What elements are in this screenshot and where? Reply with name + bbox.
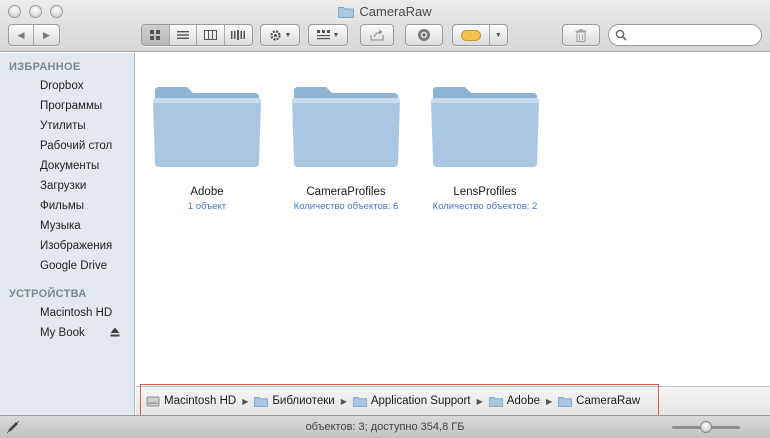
coverflow-view-button[interactable] <box>225 25 252 45</box>
folder-icon <box>153 87 261 167</box>
tag-menu-button[interactable]: ▼ <box>452 24 508 46</box>
sidebar-item-utilities[interactable]: Утилиты <box>40 120 86 132</box>
window-title-text: CameraRaw <box>359 4 432 19</box>
path-item-label: Библиотеки <box>272 395 335 407</box>
toolbar: CameraRaw ◀ ▶ ▼ ▼ ▼ <box>0 0 770 52</box>
forward-button[interactable]: ▶ <box>34 25 59 45</box>
folder-icon <box>558 396 573 407</box>
sidebar-item-pictures[interactable]: Изображения <box>40 240 112 252</box>
path-item-cameraraw[interactable]: CameraRaw <box>558 395 640 407</box>
path-item-library[interactable]: Библиотеки <box>254 395 335 407</box>
column-view-button[interactable] <box>197 25 225 45</box>
path-separator-icon: ▶ <box>340 396 347 406</box>
path-item-application-support[interactable]: Application Support <box>352 395 471 407</box>
sidebar-item-downloads[interactable]: Загрузки <box>40 180 86 192</box>
coverflow-view-icon <box>231 30 246 40</box>
sidebar-item-dropbox[interactable]: Dropbox <box>40 80 83 92</box>
sidebar: ИЗБРАННОЕ Dropbox Программы Утилиты Рабо… <box>0 53 135 415</box>
trash-button[interactable] <box>562 24 600 46</box>
share-icon <box>370 29 384 41</box>
sidebar-item-applications[interactable]: Программы <box>40 100 102 112</box>
chevron-down-icon: ▼ <box>494 31 502 39</box>
action-menu-button[interactable]: ▼ <box>260 24 300 46</box>
view-mode-buttons <box>141 24 253 46</box>
path-separator-icon: ▶ <box>242 396 249 406</box>
icon-size-slider-knob[interactable] <box>700 421 712 433</box>
folder-item[interactable]: LensProfiles Количество объектов: 2 <box>415 83 555 212</box>
path-bar: Macintosh HD ▶ Библиотеки ▶ Application … <box>136 386 770 415</box>
sidebar-item-macintosh-hd[interactable]: Macintosh HD <box>40 307 112 319</box>
folder-icon <box>352 396 367 407</box>
chevron-down-icon: ▼ <box>332 31 340 39</box>
list-view-icon <box>176 31 189 39</box>
folder-icon <box>338 6 355 18</box>
path-item-adobe[interactable]: Adobe <box>488 395 540 407</box>
file-browser-content: Adobe 1 объект CameraProfiles Количество… <box>136 53 770 385</box>
list-view-button[interactable] <box>170 25 197 45</box>
sidebar-header-devices: УСТРОЙСТВА <box>9 288 87 300</box>
folder-icon <box>488 396 503 407</box>
icon-view-button[interactable] <box>142 25 170 45</box>
quick-look-button[interactable] <box>405 24 443 46</box>
folder-icon <box>431 87 539 167</box>
back-arrow-icon: ◀ <box>17 29 25 40</box>
search-field[interactable] <box>608 24 762 46</box>
status-bar: объектов: 3; доступно 354,8 ГБ <box>0 415 770 438</box>
path-item-label: CameraRaw <box>576 395 641 407</box>
sidebar-item-my-book[interactable]: My Book <box>40 327 85 339</box>
eject-icon[interactable] <box>110 327 120 337</box>
breadcrumb: Macintosh HD ▶ Библиотеки ▶ Application … <box>146 395 640 407</box>
search-icon <box>615 29 627 41</box>
gear-icon <box>269 29 281 41</box>
path-item-label: Adobe <box>506 395 540 407</box>
folder-icon <box>292 87 400 167</box>
sidebar-item-google-drive[interactable]: Google Drive <box>40 260 107 272</box>
folder-item[interactable]: Adobe 1 объект <box>137 83 277 212</box>
sidebar-item-documents[interactable]: Документы <box>40 160 99 172</box>
chevron-down-icon: ▼ <box>284 31 292 39</box>
folder-item-count: 1 объект <box>187 201 227 212</box>
folder-item-count: Количество объектов: 2 <box>432 201 538 212</box>
trash-icon <box>575 28 587 42</box>
orange-tag-icon <box>460 29 481 41</box>
sidebar-item-music[interactable]: Музыка <box>40 220 81 232</box>
finder-window: CameraRaw ◀ ▶ ▼ ▼ ▼ ИЗБРАННОЕ Dropbox Пр… <box>0 0 770 438</box>
path-item-macintosh-hd[interactable]: Macintosh HD <box>146 395 236 407</box>
icon-view-icon <box>150 30 161 40</box>
window-title: CameraRaw <box>0 4 770 19</box>
arrange-menu-button[interactable]: ▼ <box>308 24 348 46</box>
hard-drive-icon <box>146 396 160 406</box>
column-view-icon <box>203 30 217 40</box>
folder-name: CameraProfiles <box>306 186 386 198</box>
folder-item[interactable]: CameraProfiles Количество объектов: 6 <box>276 83 416 212</box>
path-separator-icon: ▶ <box>476 396 483 406</box>
back-button[interactable]: ◀ <box>9 25 35 45</box>
sidebar-item-movies[interactable]: Фильмы <box>40 200 84 212</box>
status-text: объектов: 3; доступно 354,8 ГБ <box>305 421 465 433</box>
path-separator-icon: ▶ <box>546 396 553 406</box>
folder-name: Adobe <box>190 186 224 198</box>
sidebar-item-desktop[interactable]: Рабочий стол <box>40 140 112 152</box>
eye-icon <box>418 29 430 41</box>
folder-name: LensProfiles <box>453 186 517 198</box>
search-input[interactable] <box>631 29 751 41</box>
arrange-grid-icon <box>316 29 330 39</box>
folder-item-count: Количество объектов: 6 <box>293 201 399 212</box>
share-button[interactable] <box>360 24 394 46</box>
sidebar-header-favorites: ИЗБРАННОЕ <box>9 61 81 73</box>
path-item-label: Application Support <box>370 395 471 407</box>
folder-icon <box>254 396 269 407</box>
forward-arrow-icon: ▶ <box>43 29 50 40</box>
nav-buttons: ◀ ▶ <box>8 24 60 46</box>
path-item-label: Macintosh HD <box>164 395 237 407</box>
